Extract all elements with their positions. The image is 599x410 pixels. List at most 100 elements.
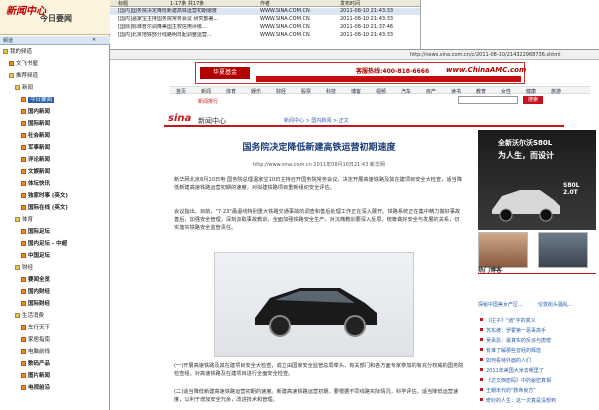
hot-rank-link[interactable]: 新闻排行 xyxy=(198,98,218,105)
nav-link[interactable]: 房产 xyxy=(426,88,436,95)
folder-icon xyxy=(15,217,20,222)
channel-item[interactable]: 体育 xyxy=(15,216,33,224)
channel-item[interactable]: 电视前沿 xyxy=(21,384,50,392)
hot-blog-link[interactable]: 2011年美国大米去哪里了 xyxy=(486,368,544,374)
channel-item[interactable]: 体坛快讯 xyxy=(21,180,50,188)
channel-item[interactable]: 文娱新闻 xyxy=(21,168,50,176)
list-item[interactable]: [国内]温家宝主持国务院常务会议 研究部署... WWW.SINA.COM.CN 2… xyxy=(110,16,420,23)
hot-blog-link[interactable]: 《庄子》"逍"字的真义 xyxy=(486,318,536,324)
channel-item[interactable]: 图片新闻 xyxy=(21,372,50,380)
channel-item[interactable]: 国际在线 (英文) xyxy=(21,204,68,212)
channel-item[interactable]: 社会新闻 xyxy=(21,132,50,140)
address-bar[interactable]: http://news.sina.com.cn/c/2011-08-10/214… xyxy=(110,50,599,60)
channel-item[interactable]: 我的频道 xyxy=(3,48,32,56)
channel-item-label: 国际足坛 xyxy=(28,229,51,235)
close-icon[interactable]: ✕ xyxy=(92,37,96,43)
nav-link[interactable]: 健康 xyxy=(526,88,536,95)
ad-banner[interactable]: 华夏基金 客服热线:400-818-6666 www.ChinaAMC.com xyxy=(195,62,526,84)
channel-item[interactable]: 国际足坛 xyxy=(21,228,50,236)
channel-item[interactable]: 新闻 xyxy=(15,84,33,92)
hot-blog-item[interactable]: 2011年美国大米去哪里了 xyxy=(480,367,544,374)
hot-blog-link[interactable]: 奇妙的人生：这一次真是没想到 xyxy=(486,398,556,404)
channel-item[interactable]: 推荐频道 xyxy=(9,72,38,80)
hot-blog-item[interactable]: 《达文西密码》中的秘密真相 xyxy=(480,377,551,384)
channel-item[interactable]: 今日要闻 xyxy=(21,96,55,104)
preview-header-area xyxy=(420,0,599,50)
hot-blog-link[interactable]: 吴承恩：最真实的反派与唐僧 xyxy=(486,338,551,344)
hot-blog-link[interactable]: 苏东坡：罗霍第一恶毒高手 xyxy=(486,328,546,334)
nav-link[interactable]: 首页 xyxy=(176,88,186,95)
blog-thumbnail[interactable] xyxy=(478,232,528,268)
nav-link[interactable]: 科技 xyxy=(326,88,336,95)
hot-blog-item[interactable]: 苏东坡：罗霍第一恶毒高手 xyxy=(480,327,546,334)
hot-blog-item[interactable]: 奇妙的人生：这一次真是没想到 xyxy=(480,397,556,404)
channel-item[interactable]: 家居指南 xyxy=(21,336,50,344)
nav-link[interactable]: 股票 xyxy=(301,88,311,95)
breadcrumb[interactable]: 新闻中心 > 国内新闻 > 正文 xyxy=(284,117,349,124)
channel-item[interactable]: 要闻全览 xyxy=(21,276,50,284)
column-header-author[interactable]: 作者 xyxy=(260,0,270,7)
thumbnail-caption[interactable]: 探秘中国美女产区... xyxy=(478,301,523,308)
banner-logo: 华夏基金 xyxy=(200,67,250,79)
search-input[interactable] xyxy=(458,96,518,104)
channel-logo-box: 新闻中心 今日要闻 xyxy=(0,0,110,35)
list-item[interactable]: [国际]标准普尔调降美国主权信用评级... WWW.SINA.COM.CN 2011… xyxy=(110,24,420,31)
column-header-time[interactable]: 发布时间 xyxy=(340,0,360,7)
thumbnail-caption[interactable]: 伦敦街头骚乱... xyxy=(538,301,573,308)
channel-item-label: 国内财经 xyxy=(28,289,51,295)
channel-item[interactable]: 生活消费 xyxy=(15,312,44,320)
sina-section[interactable]: 新闻中心 xyxy=(198,116,226,126)
channel-item[interactable]: 文飞书屋 xyxy=(9,60,38,68)
search-button[interactable]: 搜索 xyxy=(523,96,543,104)
article-title: [国内]国务院决定降低新建高铁运营初期速度 xyxy=(118,8,217,14)
nav-link[interactable]: 新闻 xyxy=(201,88,211,95)
channel-item-label: 社会新闻 xyxy=(28,133,51,139)
nav-link[interactable]: 财经 xyxy=(276,88,286,95)
article-body: 国务院决定降低新建高铁运营初期速度 http://www.sina.com.cn… xyxy=(164,128,474,410)
nav-link[interactable]: 娱乐 xyxy=(251,88,261,95)
nav-link[interactable]: 体育 xyxy=(226,88,236,95)
feed-icon xyxy=(21,181,26,186)
channel-item[interactable]: 评论新闻 xyxy=(21,156,50,164)
url-text[interactable]: http://news.sina.com.cn/c/2011-08-10/214… xyxy=(410,52,560,58)
feed-icon xyxy=(21,229,26,234)
bullet-icon xyxy=(480,378,483,381)
hot-blog-item[interactable]: 有谁了解那些曾经的辉煌 xyxy=(480,347,541,354)
nav-link[interactable]: 视频 xyxy=(376,88,386,95)
channel-item-label: 车行天下 xyxy=(28,325,51,331)
hot-blog-link[interactable]: 有谁了解那些曾经的辉煌 xyxy=(486,348,541,354)
hot-blog-link[interactable]: 如何看待外面的人们 xyxy=(486,358,531,364)
channel-item[interactable]: 车行天下 xyxy=(21,324,50,332)
hot-blog-item[interactable]: 吴承恩：最真实的反派与唐僧 xyxy=(480,337,551,344)
column-header-title[interactable]: 标题 xyxy=(118,0,128,7)
bullet-icon xyxy=(480,328,483,331)
hot-blog-item[interactable]: 《庄子》"逍"字的真义 xyxy=(480,317,536,324)
nav-link[interactable]: 读书 xyxy=(451,88,461,95)
list-item[interactable]: [国内]北京地铁部分线路明日起调整运营... WWW.SINA.COM.CN 201… xyxy=(110,32,420,39)
channel-item[interactable]: 军事新闻 xyxy=(21,144,50,152)
nav-link[interactable]: 女性 xyxy=(501,88,511,95)
hot-blog-item[interactable]: 如何看待外面的人们 xyxy=(480,357,531,364)
channel-item[interactable]: 国内财经 xyxy=(21,288,50,296)
hot-blog-item[interactable]: 王朝末代的"救命良方" xyxy=(480,387,536,394)
list-item[interactable]: [国内]国务院决定降低新建高铁运营初期速度 WWW.SINA.COM.CN 2011… xyxy=(110,8,420,15)
channel-item[interactable]: 数码产品 xyxy=(21,360,50,368)
nav-link[interactable]: 旅游 xyxy=(551,88,561,95)
channel-item[interactable]: 国内新闻 xyxy=(21,108,50,116)
channel-item[interactable]: 财经 xyxy=(15,264,33,272)
sina-logo[interactable]: sina xyxy=(168,113,191,124)
nav-link[interactable]: 汽车 xyxy=(401,88,411,95)
article-list: 标题 1-17条 共17条 作者 发布时间 [国内]国务院决定降低新建高铁运营初… xyxy=(110,0,420,50)
hot-blog-link[interactable]: 王朝末代的"救命良方" xyxy=(486,388,536,394)
channel-item[interactable]: 电脑前线 xyxy=(21,348,50,356)
nav-link[interactable]: 教育 xyxy=(476,88,486,95)
channel-item[interactable]: 国际新闻 xyxy=(21,120,50,128)
channel-item[interactable]: 独家时事 (英文) xyxy=(21,192,68,200)
channel-item[interactable]: 国际财经 xyxy=(21,300,50,308)
channel-item[interactable]: 中国足坛 xyxy=(21,252,50,260)
blog-thumbnail[interactable] xyxy=(538,232,588,268)
channel-item[interactable]: 国内足坛 - 中超 xyxy=(21,240,67,248)
hot-blog-link[interactable]: 《达文西密码》中的秘密真相 xyxy=(486,378,551,384)
nav-link[interactable]: 博客 xyxy=(351,88,361,95)
car-ad[interactable]: 全新沃尔沃S80L 为人生，而设计 S80L 2.0T xyxy=(478,130,596,230)
